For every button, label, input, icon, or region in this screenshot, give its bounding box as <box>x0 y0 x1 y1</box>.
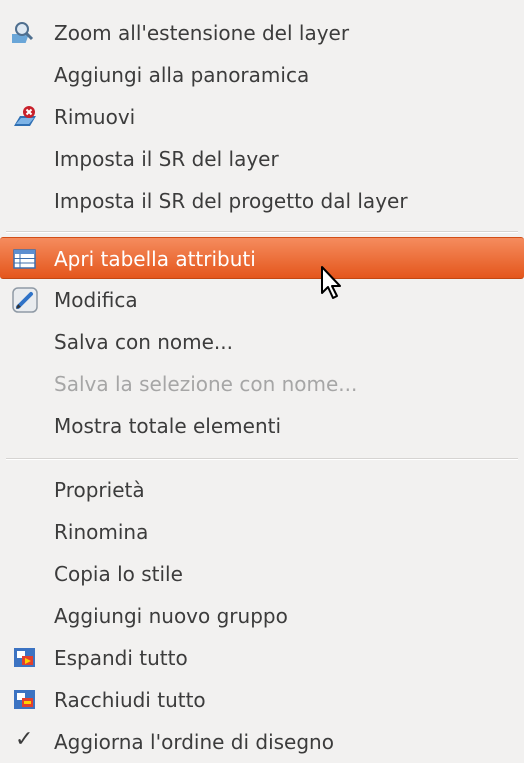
menu-item-save-as[interactable]: Salva con nome... <box>0 321 524 363</box>
menu-item-label: Copia lo stile <box>54 562 183 586</box>
menu-item-label: Aggiungi nuovo gruppo <box>54 604 288 628</box>
menu-item-add-to-overview[interactable]: Aggiungi alla panoramica <box>0 54 524 96</box>
menu-item-remove[interactable]: Rimuovi <box>0 96 524 138</box>
menu-item-label: Imposta il SR del progetto dal layer <box>54 189 408 213</box>
menu-item-label: Aggiorna l'ordine di disegno <box>54 730 334 754</box>
menu-item-set-layer-crs[interactable]: Imposta il SR del layer <box>0 138 524 180</box>
menu-item-label: Apri tabella attributi <box>54 247 256 271</box>
menu-item-label: Rinomina <box>54 520 149 544</box>
menu-item-label: Aggiungi alla panoramica <box>54 63 310 87</box>
menu-item-label: Salva la selezione con nome... <box>54 372 358 396</box>
menu-item-label: Salva con nome... <box>54 330 233 354</box>
expand-all-icon <box>12 645 38 671</box>
menu-item-copy-style[interactable]: Copia lo stile <box>0 553 524 595</box>
menu-item-add-group[interactable]: Aggiungi nuovo gruppo <box>0 595 524 637</box>
attribute-table-icon <box>12 246 38 272</box>
menu-item-label: Rimuovi <box>54 105 136 129</box>
menu-item-properties[interactable]: Proprietà <box>0 469 524 511</box>
menu-separator <box>6 458 518 460</box>
edit-pencil-icon <box>12 287 38 313</box>
menu-item-rename[interactable]: Rinomina <box>0 511 524 553</box>
zoom-layer-icon <box>5 20 38 46</box>
menu-item-label: Imposta il SR del layer <box>54 147 279 171</box>
menu-item-update-drawing-order[interactable]: ✓ Aggiorna l'ordine di disegno <box>0 721 524 763</box>
menu-item-label: Modifica <box>54 288 138 312</box>
menu-item-show-feature-count[interactable]: Mostra totale elementi <box>0 405 524 447</box>
menu-item-label: Mostra totale elementi <box>54 414 282 438</box>
collapse-all-icon <box>12 687 38 713</box>
mouse-pointer-icon <box>320 265 346 303</box>
remove-layer-icon <box>12 104 38 130</box>
menu-item-label: Proprietà <box>54 478 145 502</box>
checkmark-icon: ✓ <box>15 727 34 752</box>
menu-item-label: Zoom all'estensione del layer <box>54 21 350 45</box>
layer-context-menu: Zoom all'estensione del layer Aggiungi a… <box>0 0 524 758</box>
menu-item-collapse-all[interactable]: Racchiudi tutto <box>0 679 524 721</box>
menu-item-zoom-to-layer[interactable]: Zoom all'estensione del layer <box>0 12 524 54</box>
menu-item-set-project-crs[interactable]: Imposta il SR del progetto dal layer <box>0 180 524 222</box>
menu-separator <box>6 231 518 233</box>
menu-item-save-selection-as: Salva la selezione con nome... <box>0 363 524 405</box>
menu-item-open-attribute-table[interactable]: Apri tabella attributi <box>0 237 524 279</box>
menu-item-label: Racchiudi tutto <box>54 688 206 712</box>
menu-item-expand-all[interactable]: Espandi tutto <box>0 637 524 679</box>
menu-item-label: Espandi tutto <box>54 646 188 670</box>
menu-item-edit[interactable]: Modifica <box>0 279 524 321</box>
